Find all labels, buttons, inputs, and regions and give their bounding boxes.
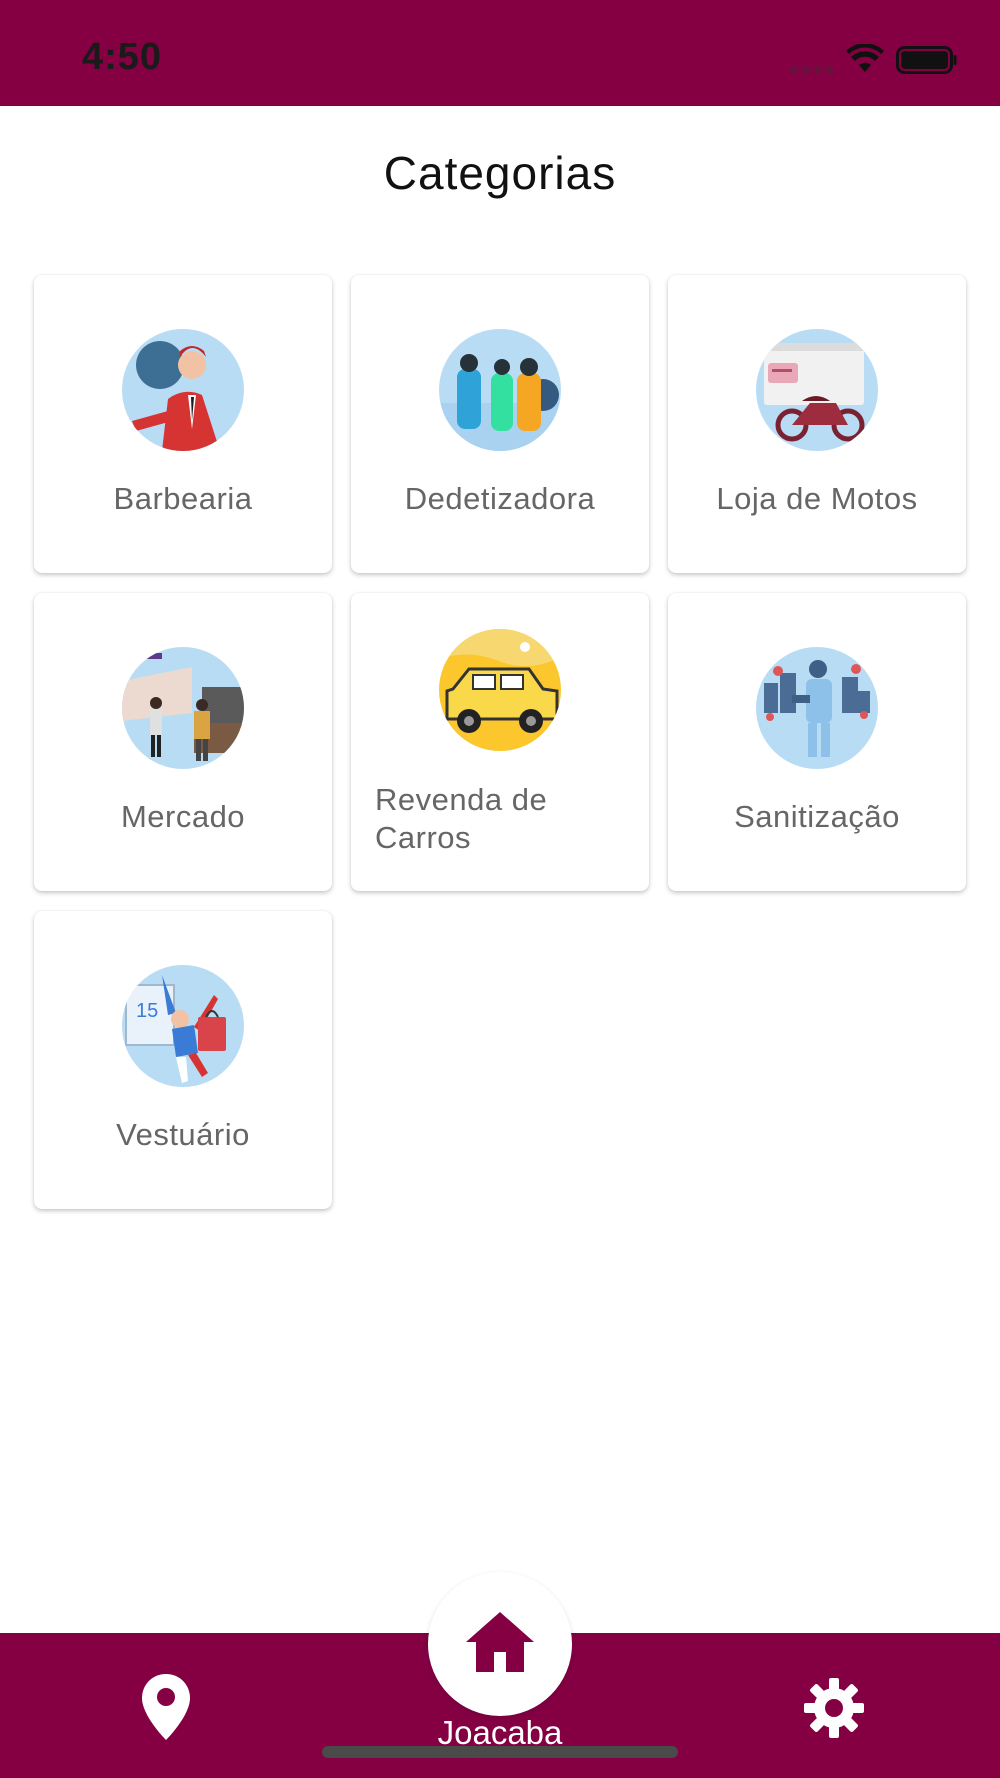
category-label: Vestuário <box>116 1117 250 1152</box>
category-label: Sanitização <box>734 799 900 834</box>
motorcycle-shop-illustration-icon <box>756 329 878 451</box>
status-bar: 4:50 <box>0 0 1000 106</box>
car-resale-illustration-icon <box>439 629 561 751</box>
category-card-mercado[interactable]: Mercado <box>34 593 332 891</box>
home-icon <box>466 1612 534 1672</box>
sanitization-illustration-icon <box>756 647 878 769</box>
category-card-revenda-de-carros[interactable]: Revenda de Carros <box>351 593 649 891</box>
home-button[interactable] <box>428 1572 572 1716</box>
category-label: Dedetizadora <box>404 481 596 516</box>
wifi-icon <box>846 44 884 72</box>
category-card-loja-de-motos[interactable]: Loja de Motos <box>668 275 966 573</box>
pest-control-illustration-icon <box>439 329 561 451</box>
category-label: Mercado <box>120 799 246 834</box>
page-title: Categorias <box>383 147 617 199</box>
category-card-barbearia[interactable]: Barbearia <box>34 275 332 573</box>
status-time: 4:50 <box>82 36 163 78</box>
category-card-sanitizacao[interactable]: Sanitização <box>668 593 966 891</box>
home-indicator[interactable] <box>322 1746 678 1758</box>
barber-illustration-icon <box>122 329 244 451</box>
category-card-vestuario[interactable]: 15 Vestuário <box>34 911 332 1209</box>
battery-icon <box>896 46 957 74</box>
market-illustration-icon <box>122 647 244 769</box>
category-label: Loja de Motos <box>716 481 918 516</box>
svg-text:15: 15 <box>136 1000 158 1022</box>
category-label: Barbearia <box>113 481 253 516</box>
category-label: Revenda de Carros <box>375 782 548 855</box>
cellular-signal-icon <box>790 66 834 74</box>
category-card-dedetizadora[interactable]: Dedetizadora <box>351 275 649 573</box>
clothing-illustration-icon: 15 <box>122 965 244 1087</box>
